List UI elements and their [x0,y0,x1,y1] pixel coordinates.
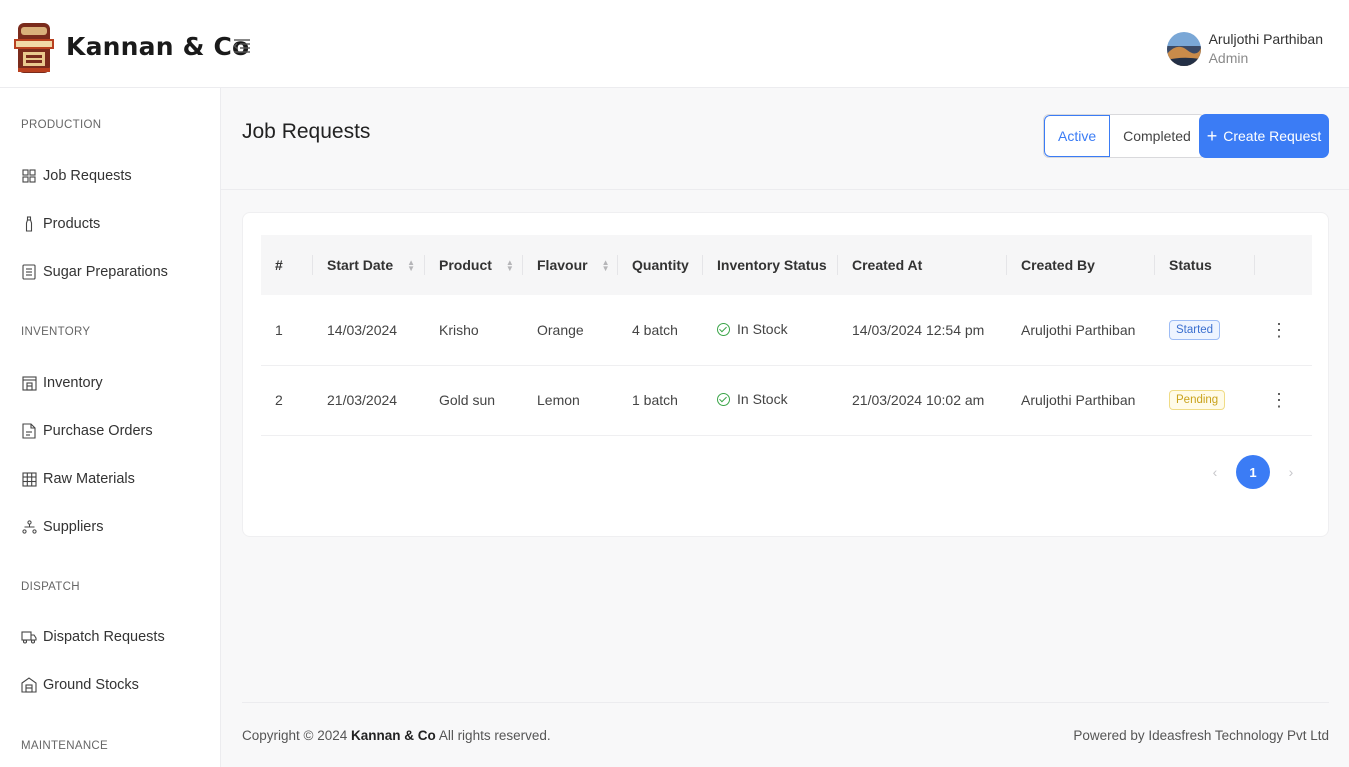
cell-num: 1 [275,321,283,338]
tab-completed[interactable]: Completed [1110,115,1204,157]
footer-copyright: Copyright © 2024 Kannan & Co All rights … [242,728,551,743]
sidebar-item-inventory[interactable]: Inventory [21,372,103,394]
section-title-maintenance: MAINTENANCE [21,740,109,752]
column-header-actions [1255,235,1312,295]
cell-created-at: 14/03/2024 12:54 pm [852,321,985,338]
cell-quantity: 4 batch [632,321,678,338]
sort-icon[interactable]: ▲ ▼ [602,259,610,273]
cell-status: Pending [1155,365,1255,435]
hierarchy-icon [21,519,37,535]
menu-collapse-icon[interactable] [233,38,251,54]
user-role: Admin [1208,50,1249,66]
section-title-production: PRODUCTION [21,119,102,131]
cell-created-by: Aruljothi Parthiban [1021,321,1136,338]
plus-icon: + [1206,126,1218,146]
cell-inventory-status: In Stock [703,365,838,435]
sidebar-item-label: Job Requests [43,168,132,184]
column-header-start-date[interactable]: Start Date ▲ ▼ [313,235,425,295]
sidebar-item-suppliers[interactable]: Suppliers [21,516,103,538]
section-title-inventory: INVENTORY [21,326,91,338]
more-options-icon[interactable]: ⋮ [1269,391,1289,409]
document-icon [21,264,37,280]
column-header-status: Status [1155,235,1255,295]
column-header-inventory-status: Inventory Status [703,235,838,295]
cell-product: Krisho [439,321,479,338]
page-number-button[interactable]: 1 [1236,455,1270,489]
footer-powered-by: Powered by Ideasfresh Technology Pvt Ltd [1073,728,1329,743]
sort-icon[interactable]: ▲ ▼ [506,259,514,273]
job-requests-card: # Start Date ▲ ▼ Product ▲ ▼ Flavour ▲ ▼ Quant… [242,212,1329,537]
warehouse-icon [21,375,37,391]
sidebar-item-label: Dispatch Requests [43,629,165,645]
cell-actions: ⋮ [1255,295,1312,365]
sidebar-item-purchase-orders[interactable]: Purchase Orders [21,420,153,442]
status-tab-group: Active Completed [1043,114,1205,158]
sidebar-item-raw-materials[interactable]: Raw Materials [21,468,135,490]
sidebar-item-label: Products [43,216,101,232]
cell-actions: ⋮ [1255,365,1312,435]
more-options-icon[interactable]: ⋮ [1269,321,1289,339]
table-row[interactable]: 2 21/03/2024 Gold sun Lemon 1 batch In S… [261,365,1312,435]
create-request-button[interactable]: + Create Request [1199,114,1329,158]
sidebar-item-products[interactable]: Products [21,213,100,235]
check-circle-icon [717,392,730,406]
column-header-product[interactable]: Product ▲ ▼ [425,235,523,295]
prev-page-icon[interactable]: ‹ [1198,464,1232,480]
cell-num: 2 [275,392,283,408]
user-menu[interactable]: Aruljothi Parthiban Admin [1166,28,1323,70]
check-circle-icon [717,322,730,336]
cell-start-date: 21/03/2024 [327,392,398,408]
cell-quantity: 1 batch [632,392,678,408]
company-logo[interactable] [14,21,54,75]
sidebar-item-label: Suppliers [43,519,104,535]
sidebar-item-label: Raw Materials [43,471,135,487]
sidebar-item-label: Inventory [43,375,103,391]
tab-active[interactable]: Active [1044,115,1111,157]
top-header: Kannan & Co Aruljothi Parthiban Admin [0,0,1349,88]
cell-flavour: Orange [537,321,584,338]
column-header: # [261,235,313,295]
table-header-row: # Start Date ▲ ▼ Product ▲ ▼ Flavour ▲ ▼ Quant… [261,235,1312,295]
sidebar-item-job-requests[interactable]: Job Requests [21,165,132,187]
cell-created-by: Aruljothi Parthiban [1021,392,1136,408]
next-page-icon[interactable]: › [1274,464,1308,480]
cell-created-at: 21/03/2024 10:02 am [852,392,985,408]
grid-icon [21,168,37,184]
sidebar-item-label: Purchase Orders [43,423,153,439]
cell-status: Started [1155,295,1255,365]
cell-flavour: Lemon [537,392,580,408]
sort-icon[interactable]: ▲ ▼ [407,259,415,273]
column-header-flavour[interactable]: Flavour ▲ ▼ [523,235,618,295]
section-title-dispatch: DISPATCH [21,581,80,593]
cell-start-date: 14/03/2024 [327,321,398,338]
sidebar-item-sugar-preparations[interactable]: Sugar Preparations [21,261,168,283]
status-badge: Started [1169,319,1221,340]
column-header-created-at: Created At [838,235,1007,295]
cell-product: Gold sun [439,392,496,408]
column-header-created-by: Created By [1007,235,1155,295]
page-title: Job Requests [242,120,371,143]
sidebar-item-label: Ground Stocks [43,677,139,693]
user-name: Aruljothi Parthiban [1208,31,1323,47]
store-icon [21,677,37,693]
pagination: ‹ 1 › [1198,455,1308,489]
invoice-icon [21,423,37,439]
create-request-label: Create Request [1223,128,1322,144]
sidebar-item-ground-stocks[interactable]: Ground Stocks [21,674,139,696]
job-requests-table: # Start Date ▲ ▼ Product ▲ ▼ Flavour ▲ ▼ Quant… [261,235,1312,436]
cell-inventory-status: In Stock [703,295,838,365]
avatar [1166,32,1201,66]
sidebar-item-label: Sugar Preparations [43,264,168,280]
bottle-icon [21,216,37,232]
brand-name: Kannan & Co [66,32,250,61]
truck-icon [21,629,37,645]
table-row[interactable]: 1 14/03/2024 Krisho Orange 4 batch In St… [261,295,1312,365]
sidebar-item-dispatch-requests[interactable]: Dispatch Requests [21,626,165,648]
column-header-quantity: Quantity [618,235,703,295]
footer-divider [242,702,1329,703]
table-icon [21,471,37,487]
footer-company: Kannan & Co [351,728,436,743]
status-badge: Pending [1169,390,1226,410]
